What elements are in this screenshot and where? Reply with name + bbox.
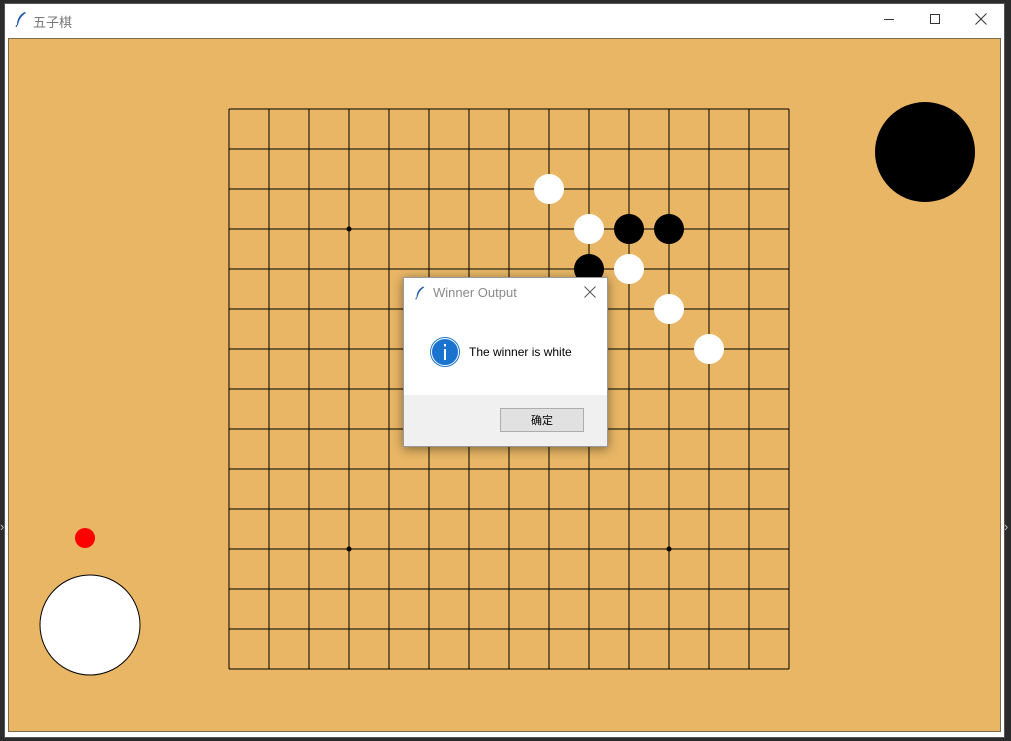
black-stone — [614, 214, 644, 244]
info-icon — [429, 336, 461, 373]
star-point — [666, 546, 672, 552]
close-icon — [975, 13, 987, 25]
white-player-indicator — [39, 574, 141, 676]
star-point — [346, 226, 352, 232]
white-stone — [694, 334, 724, 364]
feather-icon — [414, 285, 426, 305]
dialog-footer: 确定 — [404, 395, 607, 446]
dialog-title: Winner Output — [433, 285, 517, 300]
edge-artifact-left: › — [0, 519, 5, 534]
star-point — [346, 546, 352, 552]
turn-marker — [75, 528, 95, 548]
maximize-button[interactable] — [912, 4, 958, 34]
maximize-icon — [930, 14, 940, 24]
edge-artifact-right: › — [1004, 519, 1009, 534]
white-stone — [654, 294, 684, 324]
white-stone — [534, 174, 564, 204]
white-stone — [574, 214, 604, 244]
white-stone — [614, 254, 644, 284]
black-stone — [654, 214, 684, 244]
close-button[interactable] — [958, 4, 1004, 34]
ok-button[interactable]: 确定 — [500, 408, 584, 432]
dialog-message: The winner is white — [469, 345, 572, 359]
window-title: 五子棋 — [33, 15, 73, 30]
winner-dialog: Winner Output The winner is white 确定 — [403, 277, 608, 447]
close-icon — [584, 286, 596, 298]
minimize-icon — [884, 19, 894, 20]
feather-icon — [14, 11, 28, 30]
game-window: 五子棋 Winner Output The winner is white 确定 — [5, 4, 1004, 737]
black-player-indicator — [875, 102, 975, 202]
title-bar: 五子棋 — [5, 4, 1004, 34]
minimize-button[interactable] — [866, 4, 912, 34]
dialog-close-button[interactable] — [579, 281, 601, 303]
